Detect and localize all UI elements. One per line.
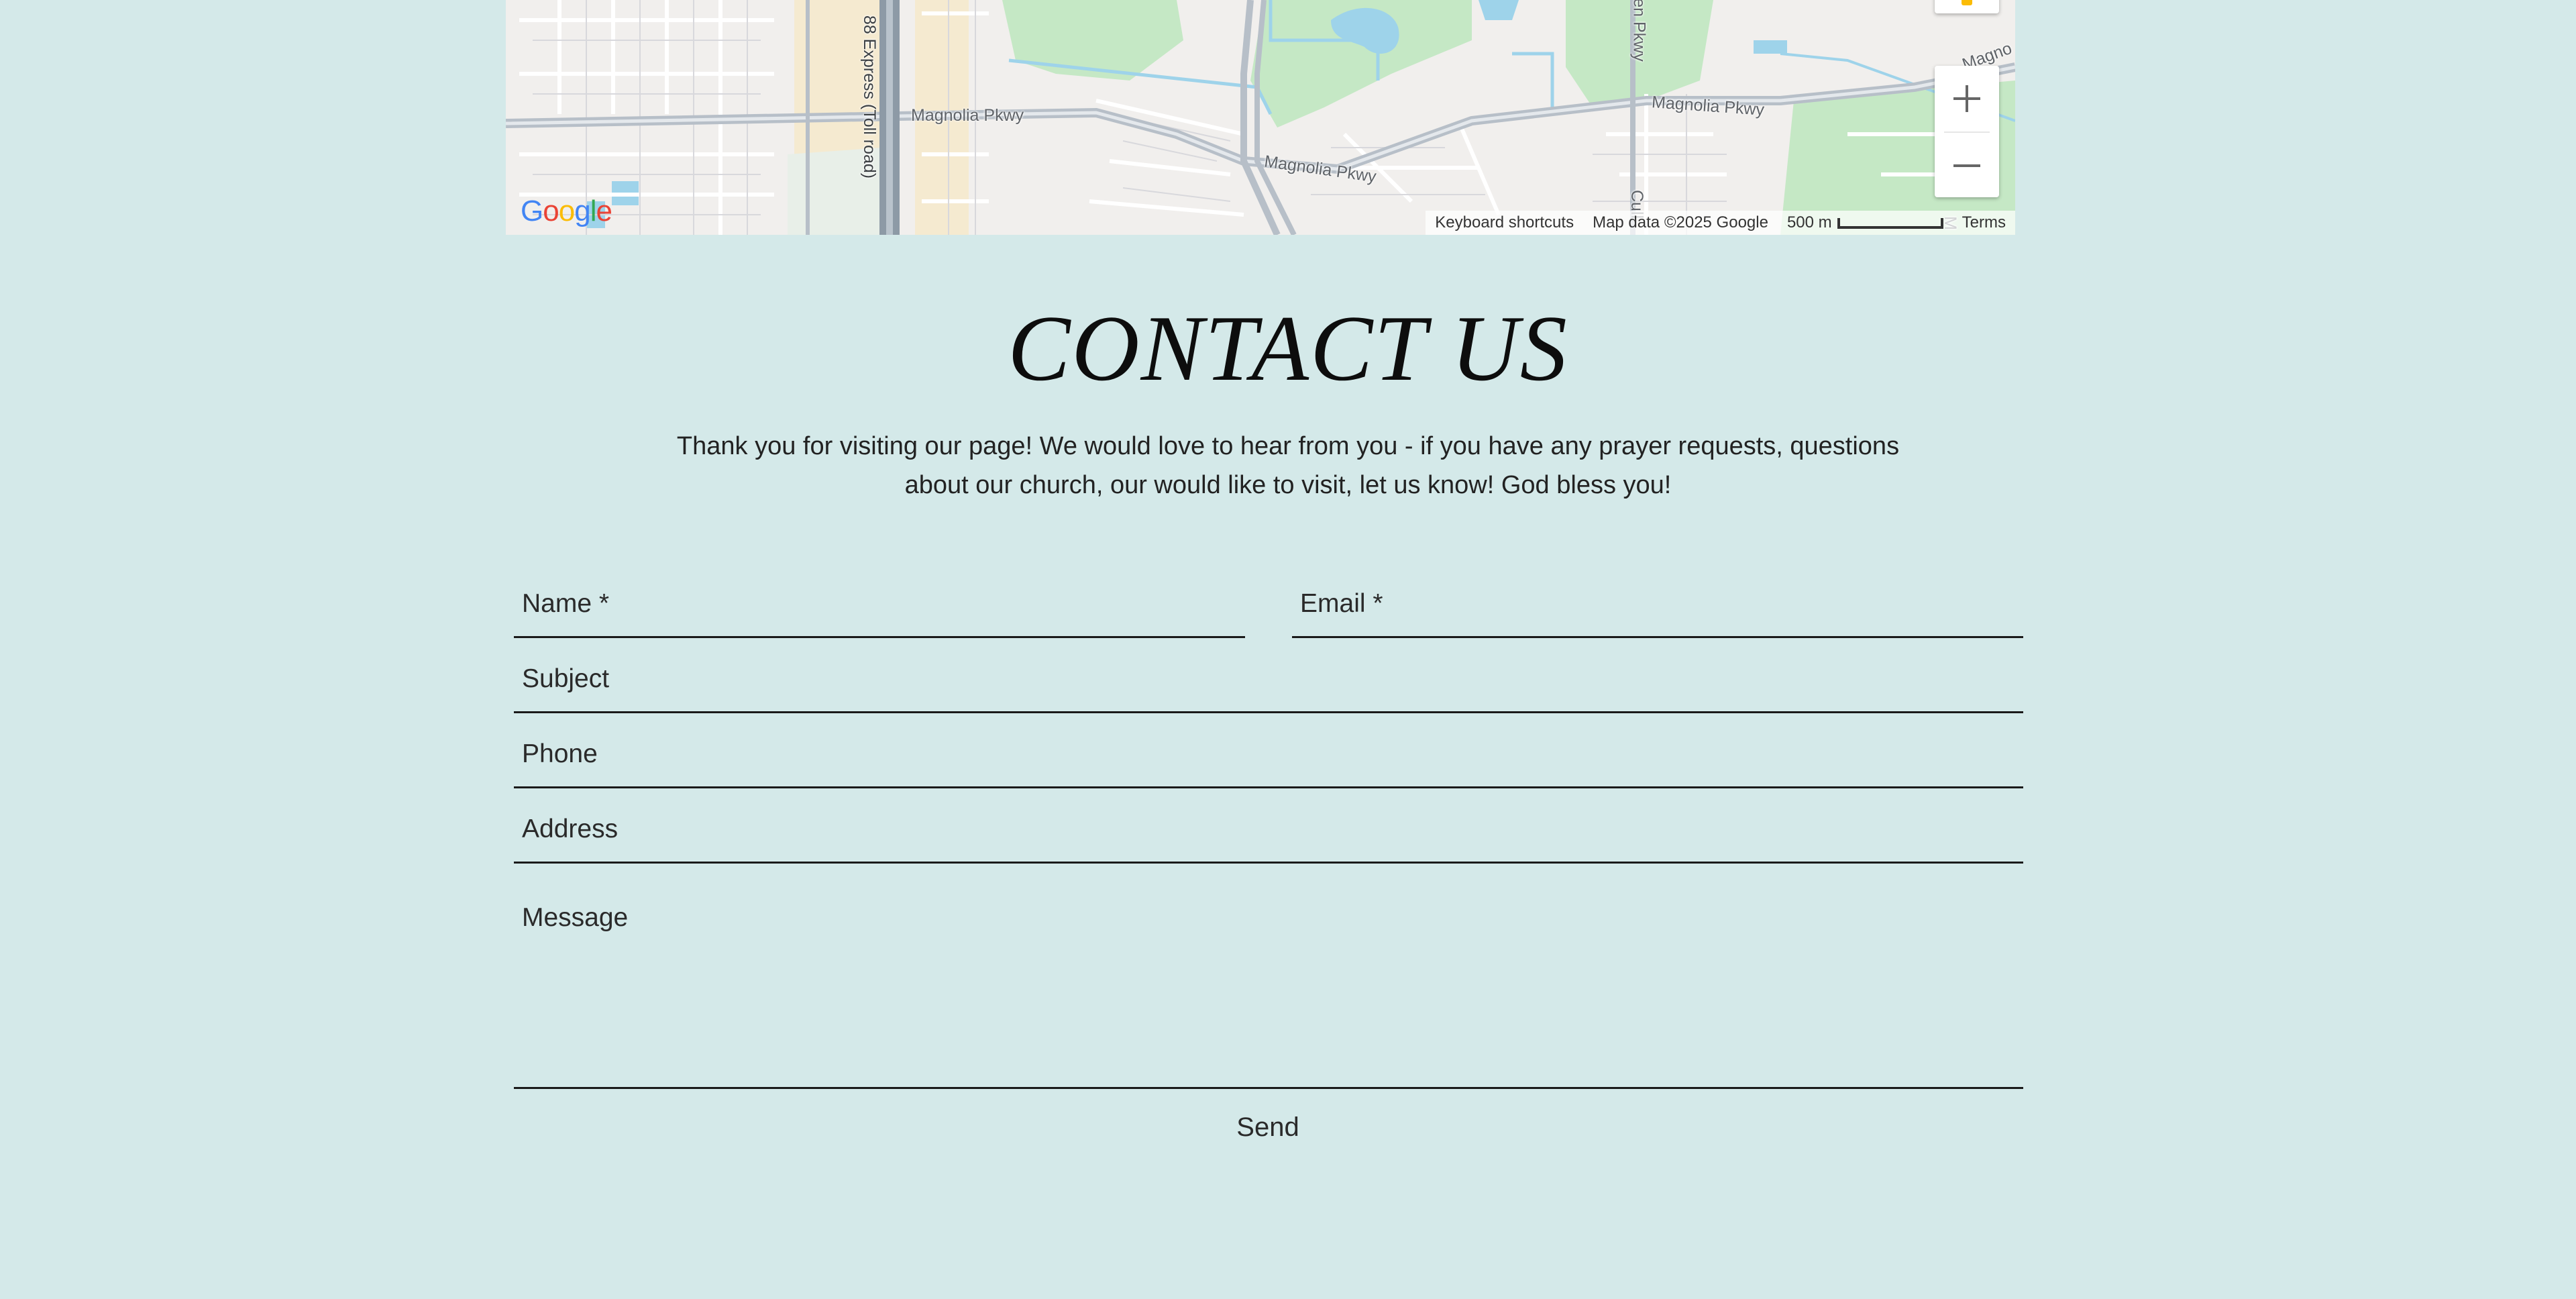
address-field-label: Address bbox=[522, 815, 619, 843]
road-label-magnolia-left: Magnolia Pkwy bbox=[911, 106, 1024, 125]
google-logo[interactable]: Google bbox=[521, 195, 612, 228]
email-field-label: Email * bbox=[1300, 589, 1383, 618]
message-field-label: Message bbox=[522, 903, 629, 932]
embedded-map[interactable]: Magnolia Pkwy Magnolia Pkwy Magnolia Pkw… bbox=[506, 0, 2015, 235]
terms-link[interactable]: Terms bbox=[1953, 211, 2015, 235]
road-label-north: en Pkwy bbox=[1629, 0, 1649, 62]
scale-bar bbox=[1837, 217, 1943, 229]
map-data-credit: Map data ©2025 Google bbox=[1593, 213, 1768, 231]
phone-field[interactable]: Phone bbox=[514, 734, 2023, 788]
subject-field[interactable]: Subject bbox=[514, 659, 2023, 713]
map-tiles bbox=[506, 0, 2015, 235]
subject-field-label: Subject bbox=[522, 664, 610, 693]
zoom-in-button[interactable] bbox=[1935, 66, 1999, 132]
name-field-label: Name * bbox=[522, 589, 610, 618]
intro-text: Thank you for visiting our page! We woul… bbox=[676, 432, 1900, 499]
phone-field-label: Phone bbox=[522, 739, 598, 768]
road-label-express: 88 Express (Toll road) bbox=[860, 15, 879, 179]
map-attribution-bar: Keyboard shortcuts Map data ©2025 Google… bbox=[1426, 211, 2015, 235]
keyboard-shortcuts-link[interactable]: Keyboard shortcuts bbox=[1426, 211, 1583, 235]
page-title: CONTACT US bbox=[1008, 297, 1568, 401]
map-zoom-controls bbox=[1935, 66, 1999, 197]
plus-icon bbox=[1953, 85, 1980, 112]
email-field[interactable]: Email * bbox=[1292, 582, 2023, 638]
message-field[interactable]: Message bbox=[514, 886, 2023, 1089]
address-field[interactable]: Address bbox=[514, 809, 2023, 864]
send-button[interactable]: Send bbox=[1208, 1107, 1328, 1147]
map-scale-label: 500 m bbox=[1786, 213, 1832, 231]
pegman-icon bbox=[1962, 0, 1972, 5]
zoom-out-button[interactable] bbox=[1935, 133, 1999, 199]
name-field[interactable]: Name * bbox=[514, 582, 1245, 638]
street-view-pegman[interactable] bbox=[1935, 0, 1999, 13]
map-scale[interactable]: 500 m bbox=[1778, 211, 1953, 235]
minus-icon bbox=[1953, 164, 1980, 167]
